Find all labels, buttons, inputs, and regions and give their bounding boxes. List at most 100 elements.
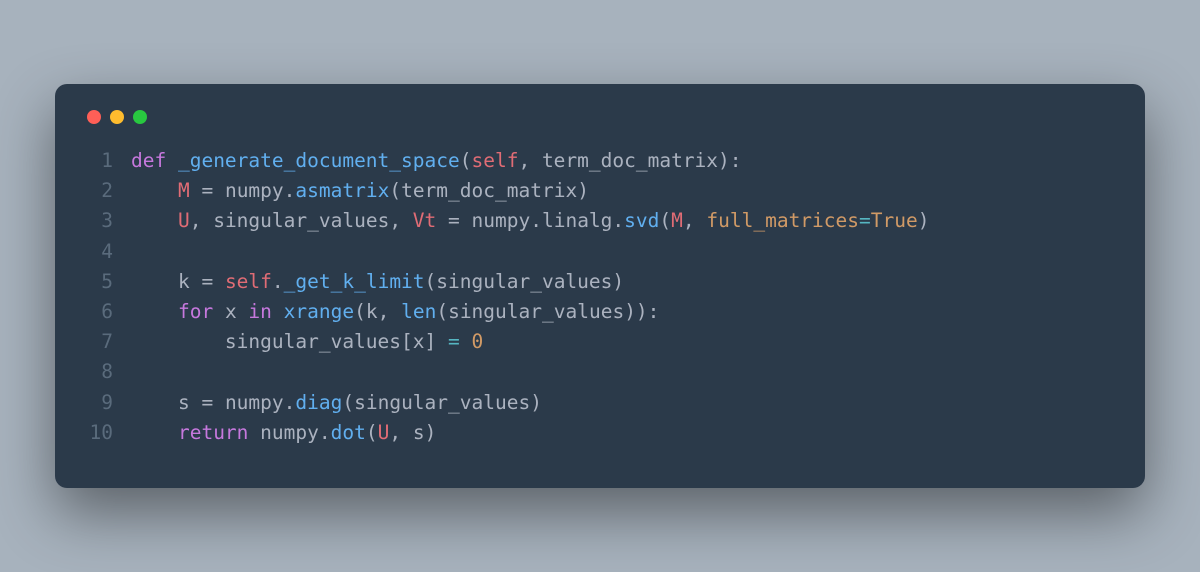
code-token: singular_values [225,330,401,353]
code-token: k [178,270,201,293]
code-token: term_doc_matrix [401,179,577,202]
code-token [131,179,178,202]
code-token: ( [366,421,378,444]
code-token: U [378,421,390,444]
line-content: for x in xrange(k, len(singular_values))… [131,297,659,327]
code-token: _generate_document_space [178,149,460,172]
code-line: 6 for x in xrange(k, len(singular_values… [85,297,1115,327]
line-content: singular_values[x] = 0 [131,327,483,357]
code-token: ) [530,391,542,414]
line-content: return numpy.dot(U, s) [131,418,436,448]
window-titlebar [85,106,1115,146]
code-token: numpy [260,421,319,444]
line-content: s = numpy.diag(singular_values) [131,388,542,418]
code-token [131,421,178,444]
code-token: ( [436,300,448,323]
code-token [131,300,178,323]
code-token: . [272,270,284,293]
line-number: 10 [85,418,131,448]
code-line: 4 [85,237,1115,267]
code-token: full_matrices [706,209,859,232]
line-number: 8 [85,357,131,387]
code-token: . [530,209,542,232]
code-token [131,391,178,414]
code-token: = [448,330,471,353]
code-token: term_doc_matrix [542,149,718,172]
code-token: Vt [413,209,436,232]
code-line: 2 M = numpy.asmatrix(term_doc_matrix) [85,176,1115,206]
line-number: 9 [85,388,131,418]
code-token [131,330,225,353]
code-token: ] [425,330,448,353]
code-token: = [201,391,224,414]
code-token: asmatrix [295,179,389,202]
code-token: k [366,300,378,323]
code-token: ): [718,149,741,172]
code-token: = [859,209,871,232]
line-number: 3 [85,206,131,236]
code-token: diag [295,391,342,414]
code-token: . [612,209,624,232]
code-token: return [178,421,260,444]
code-token: numpy [472,209,531,232]
code-token: ) [425,421,437,444]
code-token: svd [624,209,659,232]
code-token: singular_values [354,391,530,414]
code-token: , [389,421,412,444]
code-window: 1def _generate_document_space(self, term… [55,84,1145,488]
code-token: s [178,391,201,414]
code-token: xrange [284,300,354,323]
code-token: ( [389,179,401,202]
code-token: numpy [225,179,284,202]
code-token: s [413,421,425,444]
code-token: , [389,209,412,232]
code-token: x [225,300,248,323]
code-token: . [284,391,296,414]
code-line: 8 [85,357,1115,387]
window-zoom-icon[interactable] [133,110,147,124]
code-token: ( [460,149,472,172]
code-token: ( [659,209,671,232]
line-content: M = numpy.asmatrix(term_doc_matrix) [131,176,589,206]
code-token: for [178,300,225,323]
code-line: 3 U, singular_values, Vt = numpy.linalg.… [85,206,1115,236]
code-token: 0 [472,330,484,353]
code-token: , [378,300,401,323]
code-token: singular_values [436,270,612,293]
code-token: M [178,179,190,202]
line-number: 7 [85,327,131,357]
code-token: dot [331,421,366,444]
code-block[interactable]: 1def _generate_document_space(self, term… [85,146,1115,448]
line-content: U, singular_values, Vt = numpy.linalg.sv… [131,206,929,236]
line-number: 4 [85,237,131,267]
code-token [131,270,178,293]
code-token: , [190,209,213,232]
code-token: = [436,209,471,232]
code-token: len [401,300,436,323]
code-token: self [471,149,518,172]
code-token: . [319,421,331,444]
code-line: 5 k = self._get_k_limit(singular_values) [85,267,1115,297]
code-token: linalg [542,209,612,232]
code-token: singular_values [448,300,624,323]
code-token: U [178,209,190,232]
code-token: = [201,270,224,293]
code-token: x [413,330,425,353]
code-token: ) [918,209,930,232]
code-token: def [131,149,178,172]
line-content: def _generate_document_space(self, term_… [131,146,742,176]
code-token: M [671,209,683,232]
code-token: _get_k_limit [284,270,425,293]
code-token: ) [577,179,589,202]
code-token: self [225,270,272,293]
code-line: 10 return numpy.dot(U, s) [85,418,1115,448]
code-token: True [871,209,918,232]
code-line: 9 s = numpy.diag(singular_values) [85,388,1115,418]
window-close-icon[interactable] [87,110,101,124]
code-line: 1def _generate_document_space(self, term… [85,146,1115,176]
line-content: k = self._get_k_limit(singular_values) [131,267,624,297]
code-token: ( [354,300,366,323]
line-number: 2 [85,176,131,206]
window-minimize-icon[interactable] [110,110,124,124]
code-token: in [248,300,283,323]
